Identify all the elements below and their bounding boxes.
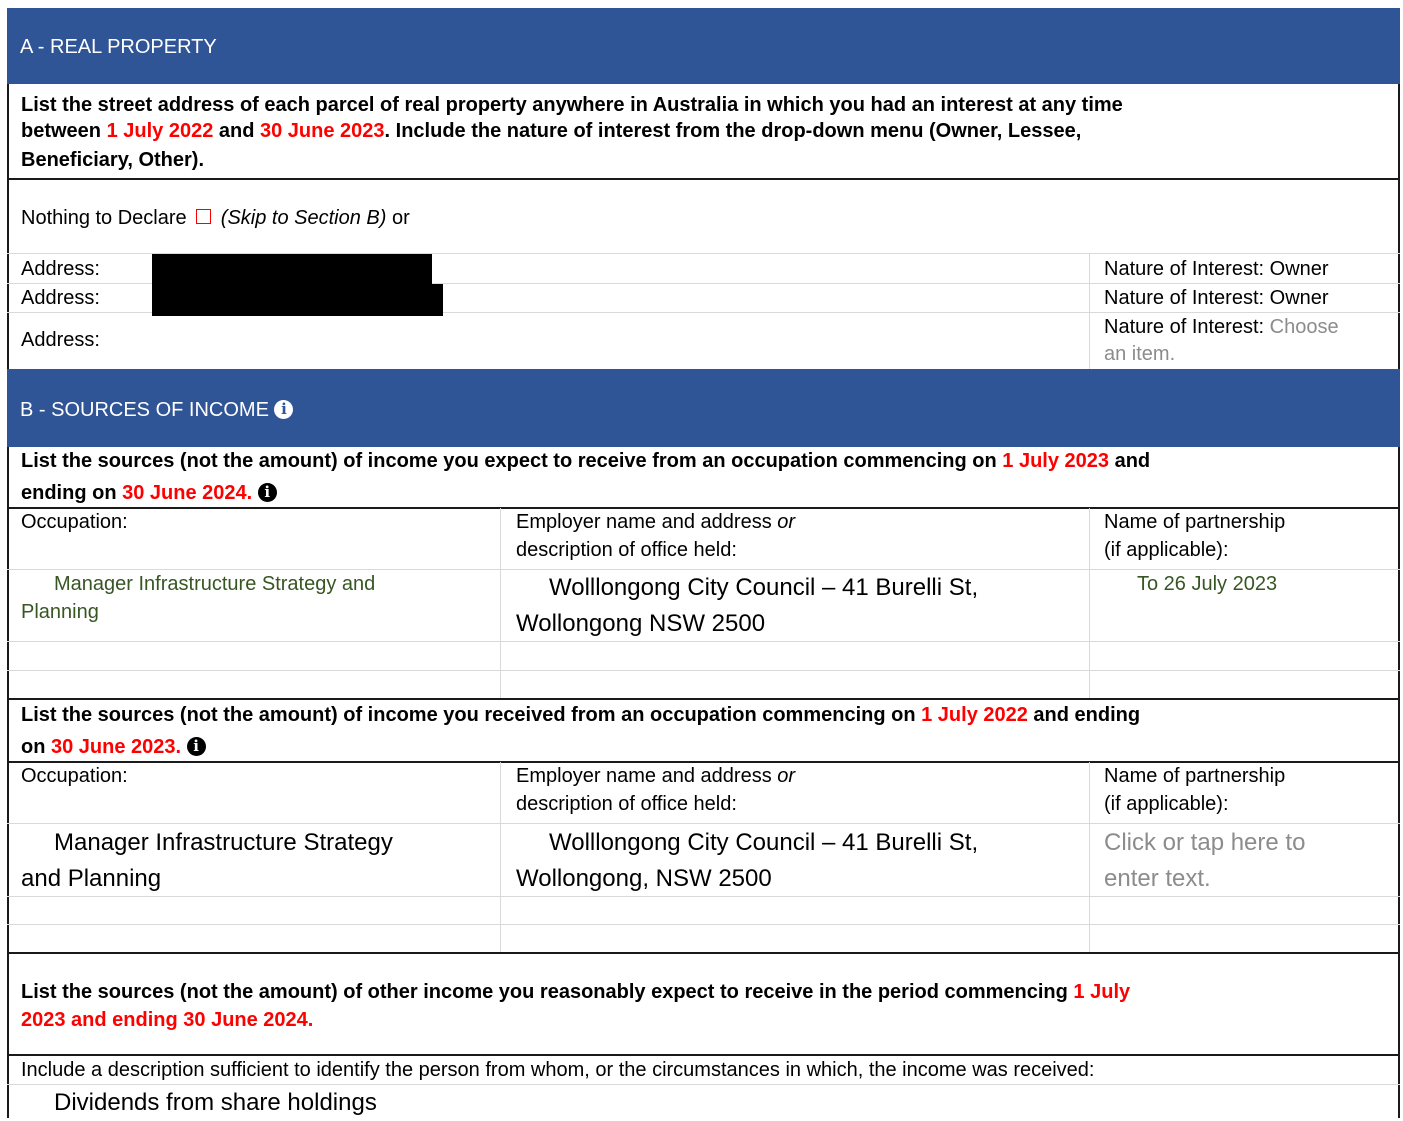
section-a-intro-line3: Beneficiary, Other). (21, 149, 205, 171)
q2-employer-value-2[interactable]: Wollongong, NSW 2500 (516, 861, 772, 897)
divider (7, 924, 1400, 925)
q1-employer-value-2[interactable]: Wollongong NSW 2500 (516, 606, 765, 642)
q2-employer-value[interactable]: Wolllongong City Council – 41 Burelli St… (549, 825, 978, 861)
section-a-intro-line1: List the street address of each parcel o… (21, 94, 1123, 116)
q2-occupation-value-2[interactable]: and Planning (21, 861, 161, 897)
nothing-to-declare-checkbox[interactable] (196, 209, 212, 224)
divider (7, 178, 1400, 180)
employer-label: Employer name and address or (516, 511, 796, 533)
info-icon[interactable]: i (274, 400, 294, 419)
q2-line1: List the sources (not the amount) of inc… (21, 704, 1141, 726)
section-b-title: B - SOURCES OF INCOME i (20, 396, 294, 424)
divider (7, 698, 1400, 700)
interest-dropdown[interactable]: Choose (1270, 316, 1339, 338)
employer-label: Employer name and address or (516, 765, 796, 787)
q1-line1: List the sources (not the amount) of inc… (21, 450, 1151, 472)
partnership-label-2: (if applicable): (1104, 539, 1229, 561)
address-label: Address: (21, 258, 100, 280)
redacted-address (152, 254, 432, 285)
q3-line1: List the sources (not the amount) of oth… (21, 981, 1131, 1003)
address-label: Address: (21, 287, 100, 309)
employer-label-2: description of office held: (516, 793, 737, 815)
q3-description: Include a description sufficient to iden… (21, 1059, 1095, 1081)
section-b-header: B - SOURCES OF INCOME i (7, 369, 1400, 447)
q2-line2: on 30 June 2023. i (21, 733, 206, 761)
address-label: Address: (21, 329, 100, 351)
section-a-intro-line2: between 1 July 2022 and 30 June 2023. In… (21, 120, 1082, 142)
interest-label: Nature of Interest: Choose (1104, 316, 1339, 338)
interest-label: Nature of Interest: Owner (1104, 258, 1329, 280)
q1-line2: ending on 30 June 2024. i (21, 479, 277, 507)
employer-label-2: description of office held: (516, 539, 737, 561)
date-end: 30 June 2023 (260, 120, 385, 142)
info-icon[interactable]: i (257, 483, 277, 502)
partnership-label-2: (if applicable): (1104, 793, 1229, 815)
interest-dropdown-placeholder[interactable]: an item. (1104, 340, 1175, 368)
date-start: 1 July 2022 (106, 120, 214, 142)
section-a-header: A - REAL PROPERTY (7, 8, 1400, 84)
interest-dropdown[interactable]: Owner (1270, 287, 1329, 309)
q2-occupation-value[interactable]: Manager Infrastructure Strategy (54, 825, 393, 861)
divider (7, 952, 1400, 954)
partnership-label: Name of partnership (1104, 511, 1286, 533)
nothing-to-declare-row: Nothing to Declare (Skip to Section B) o… (21, 207, 410, 229)
q1-occupation-value[interactable]: Manager Infrastructure Strategy and (54, 570, 375, 598)
q1-occupation-value-2[interactable]: Planning (21, 598, 99, 626)
interest-label: Nature of Interest: Owner (1104, 287, 1329, 309)
divider (7, 670, 1400, 671)
q1-partnership-value[interactable]: To 26 July 2023 (1137, 570, 1277, 598)
divider (7, 641, 1400, 642)
redacted-address (152, 284, 443, 316)
q2-partnership-placeholder[interactable]: Click or tap here to (1104, 825, 1305, 861)
q3-line2: 2023 and ending 30 June 2024. (21, 1009, 314, 1031)
divider (7, 823, 1400, 824)
q3-entry-value[interactable]: Dividends from share holdings (54, 1085, 377, 1121)
occupation-label: Occupation: (21, 765, 128, 787)
divider (7, 896, 1400, 897)
occupation-label: Occupation: (21, 511, 128, 533)
section-a-title: A - REAL PROPERTY (20, 36, 217, 58)
divider (1089, 253, 1090, 369)
q2-partnership-placeholder-2[interactable]: enter text. (1104, 861, 1211, 897)
partnership-label: Name of partnership (1104, 765, 1286, 787)
interest-dropdown[interactable]: Owner (1270, 258, 1329, 280)
info-icon[interactable]: i (186, 737, 206, 756)
q1-employer-value[interactable]: Wolllongong City Council – 41 Burelli St… (549, 570, 978, 606)
